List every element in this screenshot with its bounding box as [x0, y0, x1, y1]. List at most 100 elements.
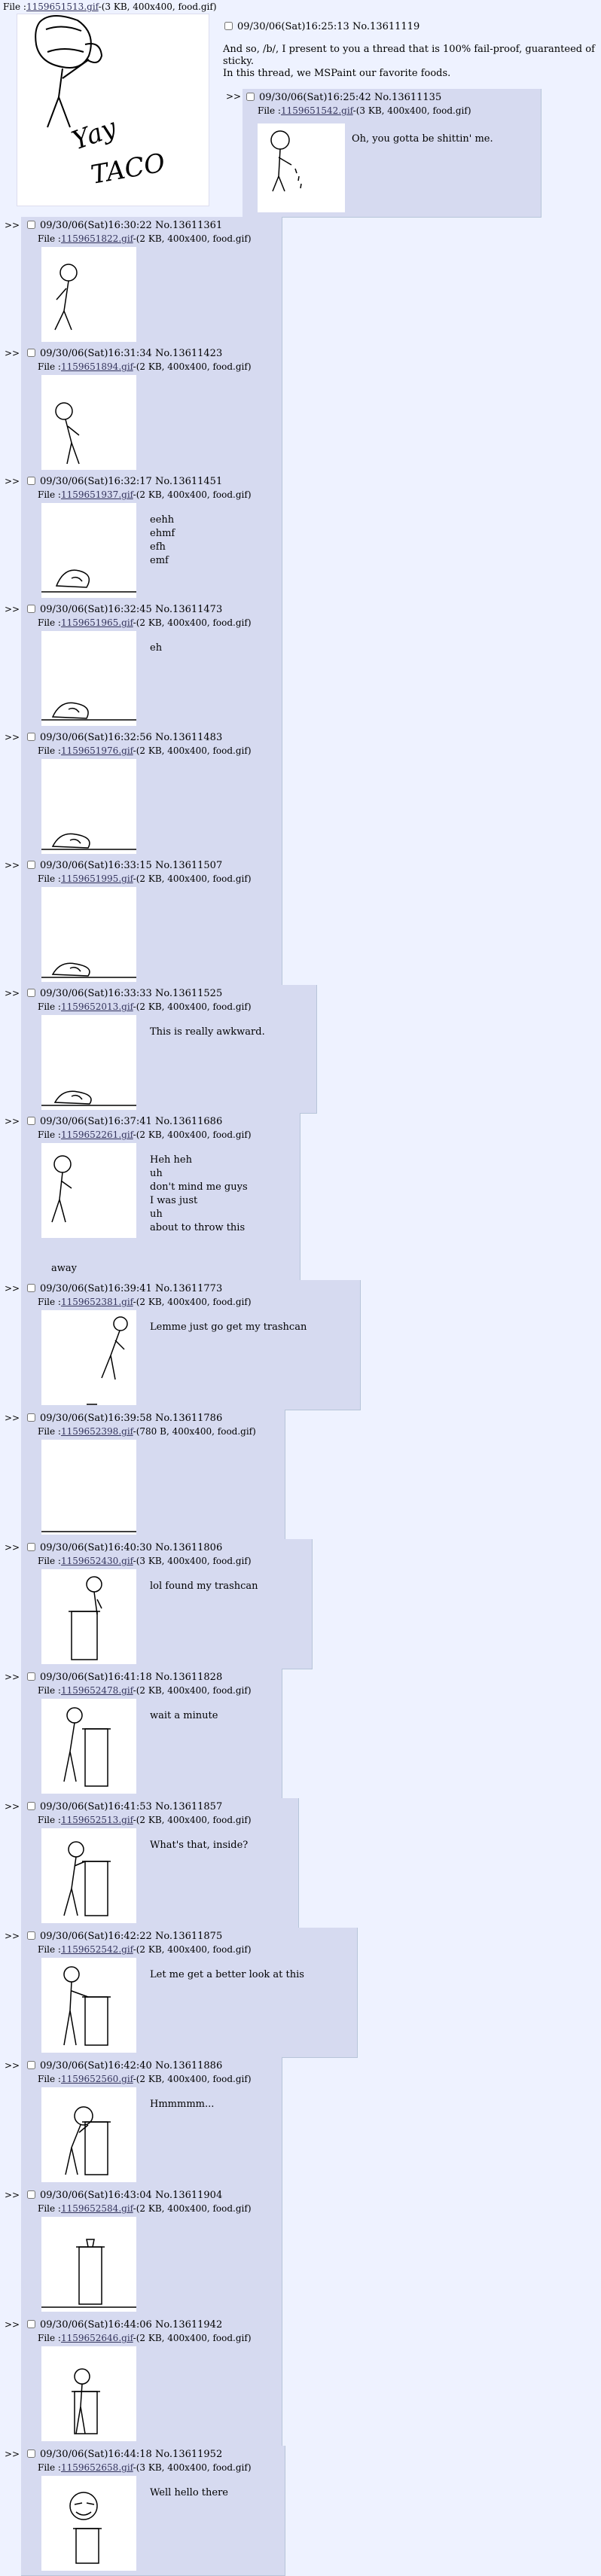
reply-file-meta: -(2 KB, 400x400, food.gif) [133, 233, 252, 244]
reply-file-link[interactable]: 1159651542.gif [281, 105, 353, 116]
reply-file-link[interactable]: 1159652430.gif [61, 1556, 133, 1566]
reply-thumbnail[interactable] [41, 375, 136, 470]
op-image[interactable]: Yay TACO [17, 14, 209, 206]
reply-checkbox[interactable] [27, 2061, 35, 2069]
reply-file-link[interactable]: 1159652646.gif [61, 2333, 133, 2343]
reply-checkbox[interactable] [27, 605, 35, 613]
reply-header: 09/30/06(Sat)16:25:42 No.13611135 [246, 92, 441, 103]
reply-checkbox[interactable] [27, 1413, 35, 1422]
reply-checkbox[interactable] [27, 1672, 35, 1681]
reply-file-link[interactable]: 1159652542.gif [61, 1944, 133, 1955]
reply-thumbnail[interactable] [41, 247, 136, 342]
reply-post-number[interactable]: No.13611828 [155, 1672, 222, 1683]
op-post-number[interactable]: No.13611119 [352, 21, 419, 32]
reply-checkbox[interactable] [27, 221, 35, 229]
reply-post-number[interactable]: No.13611686 [155, 1116, 222, 1127]
reply-file-link[interactable]: 1159652560.gif [61, 2074, 133, 2084]
reply-thumbnail[interactable] [41, 1143, 136, 1238]
reply-thumbnail[interactable] [41, 2217, 136, 2312]
reply-file-link[interactable]: 1159652381.gif [61, 1297, 133, 1307]
reply-post-number[interactable]: No.13611451 [155, 476, 222, 487]
reply-file-info: File :1159652398.gif-(780 B, 400x400, fo… [38, 1426, 256, 1437]
reply-post-number[interactable]: No.13611786 [155, 1413, 222, 1424]
reply-checkbox[interactable] [27, 2190, 35, 2199]
reply-file-link[interactable]: 1159652584.gif [61, 2203, 133, 2214]
reply-file-info: File :1159652646.gif-(2 KB, 400x400, foo… [38, 2333, 252, 2343]
reply-thumbnail[interactable] [41, 759, 136, 854]
reply-file-link[interactable]: 1159652398.gif [61, 1426, 133, 1437]
reply-checkbox[interactable] [27, 1284, 35, 1292]
reply-checkbox[interactable] [27, 1117, 35, 1125]
reply-post-number[interactable]: No.13611773 [155, 1283, 222, 1294]
op-checkbox[interactable] [224, 22, 233, 30]
reply-thumbnail[interactable] [41, 1015, 136, 1110]
reply-post-number[interactable]: No.13611904 [155, 2190, 222, 2201]
reply-file-link[interactable]: 1159651976.gif [61, 745, 133, 756]
reply-checkbox[interactable] [27, 861, 35, 869]
reply-thumbnail[interactable] [41, 1828, 136, 1923]
reply-checkbox[interactable] [27, 1543, 35, 1551]
reply-post-number[interactable]: No.13611361 [155, 220, 222, 231]
reply-post-number[interactable]: No.13611952 [155, 2449, 222, 2460]
reply-file-link[interactable]: 1159652513.gif [61, 1815, 133, 1825]
reply-thumbnail[interactable] [41, 1310, 136, 1405]
reply-file-link[interactable]: 1159652478.gif [61, 1685, 133, 1696]
reply-checkbox[interactable] [27, 477, 35, 485]
reply-file-link[interactable]: 1159652261.gif [61, 1129, 133, 1140]
reply-post-number[interactable]: No.13611525 [155, 988, 222, 999]
thumbnail-drawing [54, 264, 78, 331]
reply-thumbnail[interactable] [41, 1699, 136, 1794]
reply-thumbnail[interactable] [41, 631, 136, 726]
file-prefix: File : [38, 1556, 61, 1566]
reply-checkbox[interactable] [27, 2449, 35, 2458]
file-prefix: File : [38, 1685, 61, 1696]
reply-arrow: >> [5, 1801, 20, 1812]
reply-post-number[interactable]: No.13611473 [155, 604, 222, 615]
reply-file-link[interactable]: 1159652658.gif [61, 2462, 133, 2473]
op-file-info: File :1159651513.gif-(3 KB, 400x400, foo… [3, 2, 217, 12]
reply-post: 09/30/06(Sat)16:42:40 No.13611886 File :1… [21, 2057, 282, 2187]
reply-file-meta: -(2 KB, 400x400, food.gif) [133, 1944, 252, 1955]
reply-checkbox[interactable] [246, 93, 255, 101]
reply-thumbnail[interactable] [41, 503, 136, 598]
reply-thumbnail[interactable] [258, 123, 345, 212]
reply-file-link[interactable]: 1159651937.gif [61, 489, 133, 500]
reply-thumbnail[interactable] [41, 887, 136, 982]
reply-checkbox[interactable] [27, 989, 35, 997]
reply-post-number[interactable]: No.13611507 [155, 860, 222, 871]
op-header: 09/30/06(Sat)16:25:13 No.13611119 [224, 21, 419, 32]
reply-post-number[interactable]: No.13611875 [155, 1931, 222, 1942]
reply-comment: lol found my trashcan [150, 1581, 258, 1592]
reply-arrow: >> [5, 988, 20, 998]
reply-file-link[interactable]: 1159651995.gif [61, 873, 133, 884]
reply-thumbnail[interactable] [41, 2346, 136, 2441]
reply-thumbnail[interactable] [41, 1569, 136, 1664]
reply-file-link[interactable]: 1159652013.gif [61, 1001, 133, 1012]
reply-thumbnail[interactable] [41, 1440, 136, 1535]
reply-post-number[interactable]: No.13611942 [155, 2319, 222, 2331]
reply-arrow: >> [5, 2449, 20, 2459]
reply-checkbox[interactable] [27, 733, 35, 741]
reply-post-number[interactable]: No.13611806 [155, 1542, 222, 1553]
thumbnail-drawing [41, 1531, 136, 1532]
reply-file-link[interactable]: 1159651965.gif [61, 617, 133, 628]
reply-checkbox[interactable] [27, 349, 35, 357]
thumbnail-drawing [41, 2239, 136, 2308]
reply-thumbnail[interactable] [41, 1958, 136, 2053]
reply-post-number[interactable]: No.13611423 [155, 348, 222, 359]
reply-file-info: File :1159651965.gif-(2 KB, 400x400, foo… [38, 617, 252, 628]
reply-thumbnail[interactable] [41, 2476, 136, 2571]
reply-file-link[interactable]: 1159651822.gif [61, 233, 133, 244]
reply-header: 09/30/06(Sat)16:39:41 No.13611773 [27, 1283, 222, 1294]
thumbnail-drawing [63, 1966, 111, 2046]
reply-file-link[interactable]: 1159651894.gif [61, 361, 133, 372]
reply-checkbox[interactable] [27, 2320, 35, 2328]
reply-thumbnail[interactable] [41, 2087, 136, 2182]
reply-checkbox[interactable] [27, 1802, 35, 1810]
reply-checkbox[interactable] [27, 1931, 35, 1940]
reply-post-number[interactable]: No.13611886 [155, 2060, 222, 2071]
reply-post-number[interactable]: No.13611857 [155, 1801, 222, 1812]
reply-post-number[interactable]: No.13611483 [155, 732, 222, 743]
reply-post-number[interactable]: No.13611135 [374, 92, 441, 103]
op-file-link[interactable]: 1159651513.gif [26, 2, 99, 12]
